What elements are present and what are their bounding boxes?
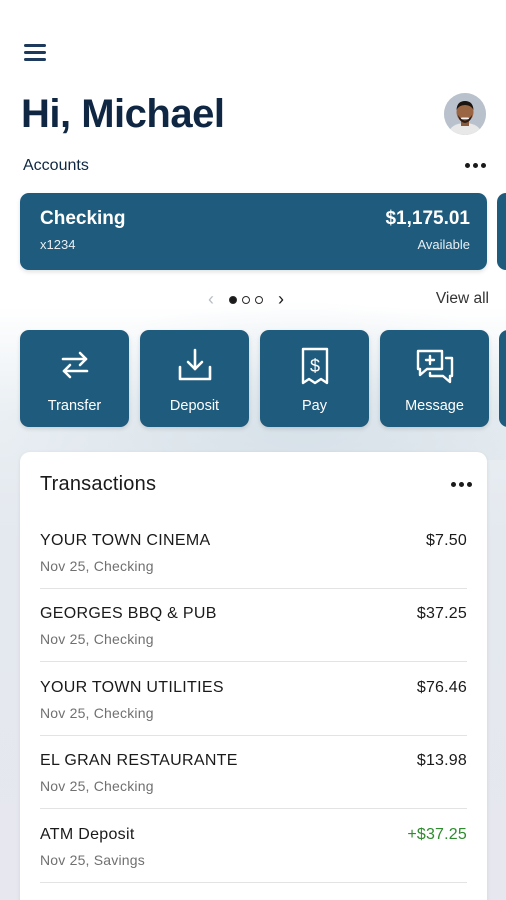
account-balance-label: Available [417,237,470,252]
transaction-row[interactable]: GEORGES BBQ & PUB Nov 25, Checking $37.2… [40,589,467,662]
message-button[interactable]: Message [380,330,489,427]
deposit-label: Deposit [169,398,220,414]
transaction-meta: Nov 25, Checking [40,631,154,647]
transaction-meta: Nov 25, Checking [40,558,154,574]
page-dot[interactable] [242,295,250,304]
transaction-merchant: YOUR TOWN CINEMA [40,532,211,549]
transactions-more-icon[interactable] [451,482,472,487]
svg-text:$: $ [309,356,319,376]
hamburger-menu-icon[interactable] [24,44,46,62]
message-icon [416,349,453,384]
transaction-amount: +$37.25 [407,826,467,843]
page-indicator [229,295,263,304]
transaction-amount: $7.50 [425,532,467,549]
transaction-merchant: EL GRAN RESTAURANTE [40,752,238,769]
transaction-merchant: GEORGES BBQ & PUB [40,605,217,622]
chevron-left-icon[interactable]: ‹ [203,289,219,310]
greeting-title: Hi, Michael [21,92,225,136]
account-balance: $1,175.01 [385,208,470,229]
transaction-merchant: ATM Deposit [40,826,135,843]
message-label: Message [405,398,464,414]
transaction-merchant: YOUR TOWN UTILITIES [40,679,224,696]
next-account-card[interactable] [497,193,506,270]
view-all-link[interactable]: View all [436,290,489,308]
deposit-icon [178,348,211,381]
pay-button[interactable]: $ Pay [260,330,369,427]
transactions-panel: Transactions YOUR TOWN CINEMA Nov 25, Ch… [20,452,487,900]
accounts-more-icon[interactable] [465,163,486,168]
account-pager: ‹ › [203,289,289,310]
transaction-row[interactable]: EL GRAN RESTAURANTE Nov 25, Checking $13… [40,736,467,809]
transaction-row[interactable]: YOUR TOWN CINEMA Nov 25, Checking $7.50 [40,516,467,589]
more-actions-peek[interactable] [499,330,506,427]
accounts-label: Accounts [23,157,89,174]
account-name: Checking [40,208,126,229]
transaction-amount: $37.25 [416,605,467,622]
account-number: x1234 [40,237,76,252]
transaction-row[interactable]: ATM Deposit Nov 25, Savings +$37.25 [40,810,467,883]
pay-label: Pay [302,398,327,414]
transfer-icon [61,351,88,379]
transactions-title: Transactions [40,473,157,495]
transaction-amount: $76.46 [416,679,467,696]
transfer-label: Transfer [47,398,102,414]
transaction-meta: Nov 25, Savings [40,852,145,868]
chevron-right-icon[interactable]: › [273,289,289,310]
transaction-row[interactable]: YOUR TOWN UTILITIES Nov 25, Checking $76… [40,663,467,736]
transaction-amount: $13.98 [416,752,467,769]
transfer-button[interactable]: Transfer [20,330,129,427]
page-dot[interactable] [255,295,263,304]
transaction-meta: Nov 25, Checking [40,778,154,794]
account-card-checking[interactable]: Checking x1234 $1,175.01 Available [20,193,487,270]
transaction-meta: Nov 25, Checking [40,705,154,721]
user-avatar[interactable] [444,93,486,135]
page-dot[interactable] [229,295,237,304]
pay-icon: $ [301,347,328,385]
deposit-button[interactable]: Deposit [140,330,249,427]
